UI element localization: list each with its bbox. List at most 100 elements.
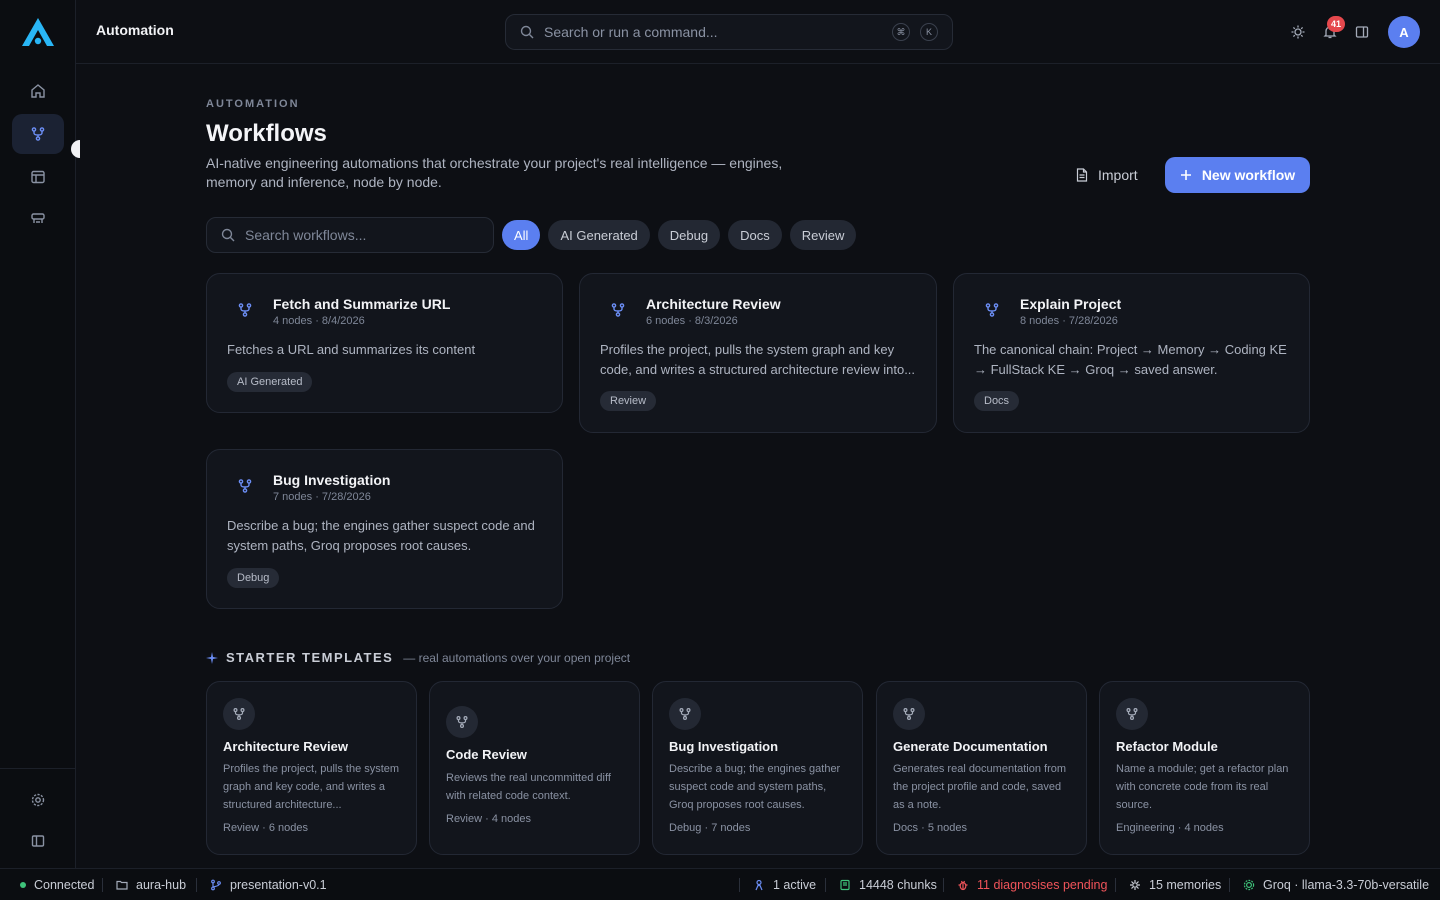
status-model-label: Groq · llama-3.3-70b-versatile [1263,878,1430,892]
workflow-description: Fetches a URL and summarizes its content [227,342,476,357]
gear-icon [30,792,46,808]
template-description: Name a module; get a refactor plan with … [1116,763,1289,811]
template-description: Reviews the real uncommitted diff with r… [446,772,611,802]
template-card[interactable]: Refactor Module Name a module; get a ref… [1099,681,1310,855]
nav-layout[interactable] [12,157,64,197]
filter-chip-docs[interactable]: Docs [728,220,782,250]
connection-dot-icon [20,882,26,888]
git-branch-icon [210,879,222,891]
folder-icon [116,879,128,891]
agent-icon [753,879,765,891]
sparkle-icon [206,651,218,664]
status-diagnoses-label: 11 diagnosises pending [977,878,1108,892]
new-workflow-button[interactable]: New workflow [1165,157,1310,193]
page-title: Workflows [206,120,327,147]
status-connection-label: Connected [34,878,95,892]
status-active-agents[interactable]: 1 active [753,869,816,900]
workflow-card[interactable]: Explain Project 8 nodes · 7/28/2026 The … [953,273,1310,433]
filter-chip-review[interactable]: Review [789,220,857,250]
template-card[interactable]: Generate Documentation Generates real do… [876,681,1087,855]
sidebar [0,0,80,868]
avatar[interactable]: A [1388,16,1420,48]
workflow-tag: Docs [974,391,1020,411]
template-title: Bug Investigation [669,739,779,754]
command-search-placeholder: Search or run a command... [544,24,718,40]
workflow-title: Explain Project [1020,296,1122,312]
template-card[interactable]: Architecture Review Profiles the project… [206,681,417,855]
workflow-title: Bug Investigation [273,472,391,488]
status-separator [825,878,826,892]
workflow-search-placeholder: Search workflows... [245,227,367,243]
nav-settings[interactable] [12,780,64,820]
template-meta: Review · 4 nodes [446,813,531,825]
template-title: Generate Documentation [893,739,1048,754]
sun-icon [1290,24,1306,40]
brain-icon [1129,879,1141,891]
status-separator [739,878,740,892]
panel-toggle-button[interactable] [1352,22,1372,42]
workflow-description: Describe a bug; the engines gather suspe… [227,518,535,553]
status-chunks-label: 14448 chunks [859,878,937,892]
status-separator [196,878,197,892]
workflow-description: The canonical chain: Project → Memory → … [974,342,1287,377]
workflow-meta: 8 nodes · 7/28/2026 [1020,315,1118,327]
status-bar: Connected aura-hub presentation-v0.1 1 a… [0,868,1440,900]
template-card[interactable]: Code Review Reviews the real uncommitted… [429,681,640,855]
workflow-card[interactable]: Architecture Review 6 nodes · 8/3/2026 P… [579,273,937,433]
workflow-icon [610,302,626,318]
status-separator [1229,878,1230,892]
layout-icon [30,169,46,185]
plus-icon [1180,169,1192,181]
filter-chip-debug[interactable]: Debug [657,220,721,250]
app-logo[interactable] [20,16,56,48]
workflow-tag: Review [600,391,657,411]
import-button[interactable]: Import [1062,158,1152,192]
status-separator [943,878,944,892]
workflow-meta: 4 nodes · 8/4/2026 [273,315,365,327]
book-icon [839,879,851,891]
status-branch[interactable]: presentation-v0.1 [210,869,327,900]
page-description: AI-native engineering automations that o… [206,155,783,190]
template-card[interactable]: Bug Investigation Describe a bug; the en… [652,681,863,855]
status-model[interactable]: Groq · llama-3.3-70b-versatile [1243,869,1429,900]
sidebar-toggle-icon [30,833,46,849]
status-memories[interactable]: 15 memories [1129,869,1221,900]
workflow-meta: 7 nodes · 7/28/2026 [273,491,371,503]
workflow-title: Fetch and Summarize URL [273,296,451,312]
workflow-title: Architecture Review [646,296,781,312]
search-icon [221,228,235,242]
import-button-label: Import [1098,167,1138,183]
page-eyebrow: AUTOMATION [206,98,300,110]
top-bar-title: Automation [96,22,174,38]
template-meta: Docs · 5 nodes [893,822,967,834]
filter-chip-ai-generated[interactable]: AI Generated [548,220,650,250]
nav-toggle-sidebar[interactable] [12,821,64,861]
notification-count-badge: 41 [1327,16,1346,32]
command-search[interactable]: Search or run a command... ⌘ K [505,14,953,50]
template-description: Describe a bug; the engines gather suspe… [669,763,841,811]
filter-chip-all[interactable]: All [502,220,541,250]
kbd-k: K [920,23,938,41]
workflow-icon [223,698,255,730]
theme-toggle-button[interactable] [1288,22,1308,42]
template-title: Architecture Review [223,739,348,754]
cpu-icon [1243,879,1255,891]
workflow-search-input[interactable]: Search workflows... [206,217,494,253]
workflow-icon [984,302,1000,318]
status-project[interactable]: aura-hub [116,869,186,900]
home-icon [30,83,46,99]
bug-icon [957,879,969,891]
nav-automation[interactable] [12,114,64,154]
workflow-icon [893,698,925,730]
status-diagnoses[interactable]: 11 diagnosises pending [957,869,1107,900]
nav-home[interactable] [12,71,64,111]
workflow-description: Profiles the project, pulls the system g… [600,342,916,377]
workflow-card[interactable]: Bug Investigation 7 nodes · 7/28/2026 De… [206,449,563,609]
sidebar-collapse-handle[interactable] [71,140,80,158]
nav-database[interactable] [12,199,64,239]
workflow-card[interactable]: Fetch and Summarize URL 4 nodes · 8/4/20… [206,273,563,413]
status-connection[interactable]: Connected [20,869,94,900]
status-chunks[interactable]: 14448 chunks [839,869,937,900]
search-icon [520,25,534,39]
status-separator [102,878,103,892]
